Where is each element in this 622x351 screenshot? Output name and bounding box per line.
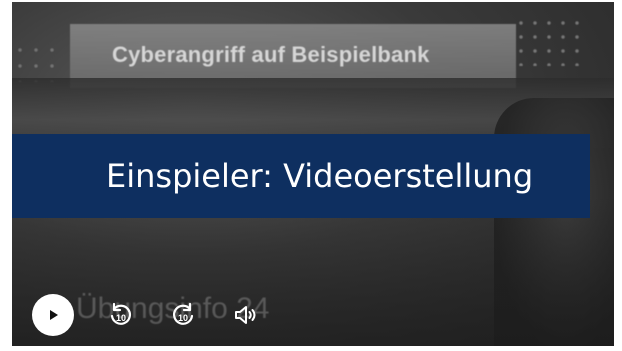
title-banner: Einspieler: Videoerstellung [12,134,590,218]
rewind-seconds: 10 [116,313,126,323]
forward-button[interactable]: 10 [166,298,200,332]
video-title: Einspieler: Videoerstellung [106,157,534,195]
player-controls: 10 10 [32,292,262,338]
play-button[interactable] [32,294,74,336]
background-decor-left [12,42,64,82]
background-sign-text: Cyberangriff auf Beispielbank [112,42,430,67]
rewind-10-icon: 10 [110,302,132,325]
forward-seconds: 10 [178,313,188,323]
volume-button[interactable] [228,298,262,332]
play-icon [50,310,58,320]
forward-10-icon: 10 [172,302,194,325]
video-player[interactable]: Cyberangriff auf Beispielbank Übungsinfo… [12,2,614,346]
background-decor [514,16,584,66]
rewind-button[interactable]: 10 [104,298,138,332]
volume-icon [235,306,256,324]
